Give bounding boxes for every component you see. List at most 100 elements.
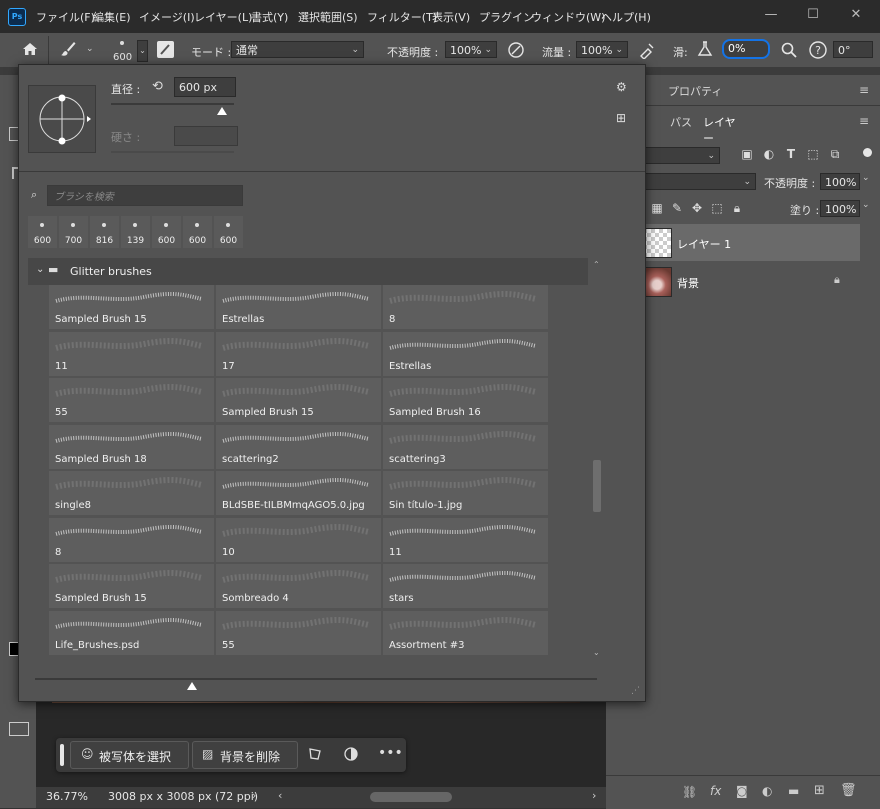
menu-type[interactable]: 書式(Y) bbox=[251, 9, 288, 25]
tab-layers[interactable]: レイヤー bbox=[696, 107, 740, 145]
recent-brush[interactable]: 600 bbox=[152, 216, 181, 248]
close-icon[interactable]: ✕ bbox=[840, 5, 872, 25]
brush-preset-tile[interactable]: 55 bbox=[49, 378, 214, 422]
scroll-down-icon[interactable]: ⌄ bbox=[593, 648, 600, 657]
brush-tool-icon[interactable] bbox=[58, 40, 78, 60]
brush-preset-tile[interactable]: scattering2 bbox=[216, 424, 381, 469]
brush-preset-tile[interactable]: 11 bbox=[49, 331, 214, 376]
scrollbar-thumb[interactable] bbox=[593, 460, 601, 512]
brush-preset-tile[interactable]: Sampled Brush 16 bbox=[383, 378, 548, 422]
menu-edit[interactable]: 編集(E) bbox=[93, 9, 131, 25]
filter-type-icon[interactable]: T bbox=[784, 147, 798, 161]
chevron-right-icon[interactable]: › bbox=[592, 789, 596, 802]
filter-shape-icon[interactable]: ⬚ bbox=[806, 147, 820, 161]
recent-brush[interactable]: 600 bbox=[28, 216, 57, 248]
brush-preset-tile[interactable]: Sampled Brush 15 bbox=[216, 378, 381, 422]
menu-file[interactable]: ファイル(F) bbox=[36, 9, 95, 25]
menu-view[interactable]: 表示(V) bbox=[432, 9, 470, 25]
brush-preset-tile[interactable]: Sin título-1.jpg bbox=[383, 471, 548, 515]
adjustment-icon[interactable] bbox=[342, 746, 360, 765]
minimize-icon[interactable]: — bbox=[755, 5, 787, 25]
brush-preset-tile[interactable]: Life_Brushes.psd bbox=[49, 610, 214, 655]
blend-mode-select[interactable]: ⌄ bbox=[644, 173, 756, 190]
opacity-input[interactable]: 100% ⌄ bbox=[445, 41, 497, 58]
brush-preset-tile[interactable]: 11 bbox=[383, 517, 548, 562]
brush-preset-tile[interactable]: Assortment #3 bbox=[383, 610, 548, 655]
chevron-down-icon[interactable]: ⌄ bbox=[86, 44, 94, 54]
brush-preset-tile[interactable]: 10 bbox=[216, 517, 381, 562]
more-options-icon[interactable]: ••• bbox=[378, 745, 403, 761]
brush-settings-icon[interactable] bbox=[157, 41, 174, 58]
reset-icon[interactable]: ⟲ bbox=[152, 79, 163, 94]
transform-icon[interactable] bbox=[306, 746, 324, 765]
tab-paths[interactable]: パス bbox=[670, 114, 692, 130]
filter-toggle[interactable] bbox=[863, 148, 872, 157]
new-preset-icon[interactable]: ⊞ bbox=[616, 111, 626, 125]
angle-input[interactable]: 0° bbox=[833, 41, 873, 58]
recent-brush[interactable]: 816 bbox=[90, 216, 119, 248]
tab-properties[interactable]: プロパティ bbox=[668, 83, 722, 99]
panel-menu-icon[interactable]: ≡ bbox=[859, 114, 869, 128]
layer-opacity-input[interactable]: 100% bbox=[820, 173, 860, 190]
brush-preset-tile[interactable]: Estrellas bbox=[383, 331, 548, 376]
menu-image[interactable]: イメージ(I) bbox=[139, 9, 195, 25]
mask-icon[interactable]: ◙ bbox=[736, 784, 748, 798]
fill-input[interactable]: 100% bbox=[820, 200, 860, 217]
recent-brush[interactable]: 139 bbox=[121, 216, 150, 248]
mode-select[interactable]: 通常 ⌄ bbox=[231, 41, 364, 58]
brush-preset-button[interactable]: 600 bbox=[105, 37, 139, 65]
lock-transparency-icon[interactable]: ▦ bbox=[650, 201, 664, 215]
brush-preset-tile[interactable]: Sampled Brush 18 bbox=[49, 424, 214, 469]
brush-angle-preview[interactable] bbox=[28, 85, 96, 153]
menu-layer[interactable]: レイヤー(L) bbox=[194, 9, 252, 25]
folder-icon[interactable]: ▬ bbox=[788, 784, 799, 798]
adjustment-layer-icon[interactable]: ◐ bbox=[762, 784, 772, 798]
brush-preset-tile[interactable]: 55 bbox=[216, 610, 381, 655]
pressure-opacity-icon[interactable] bbox=[507, 41, 525, 59]
brush-preset-dropdown[interactable]: ⌄ bbox=[137, 40, 148, 62]
lock-all-icon[interactable]: 🔒︎ bbox=[730, 201, 744, 216]
diameter-slider-track[interactable] bbox=[111, 103, 234, 105]
flow-input[interactable]: 100% ⌄ bbox=[576, 41, 628, 58]
taskbar-grip[interactable] bbox=[60, 744, 64, 766]
menu-select[interactable]: 選択範囲(S) bbox=[298, 9, 358, 25]
screen-mode-icon[interactable] bbox=[9, 722, 29, 736]
link-layers-icon[interactable]: ⛓ bbox=[682, 785, 697, 799]
lock-brush-icon[interactable]: ✎ bbox=[670, 201, 684, 215]
vertical-scrollbar[interactable]: ⌃ ⌄ bbox=[591, 258, 603, 661]
scroll-up-icon[interactable]: ⌃ bbox=[593, 260, 600, 269]
fx-icon[interactable]: fx bbox=[710, 784, 721, 798]
airbrush-icon[interactable] bbox=[638, 41, 656, 60]
recent-brush[interactable]: 600 bbox=[214, 216, 243, 248]
brush-preset-tile[interactable]: 8 bbox=[49, 517, 214, 562]
chevron-down-icon[interactable]: ⌄ bbox=[862, 173, 870, 183]
filter-adjustment-icon[interactable]: ◐ bbox=[762, 147, 776, 161]
preview-size-slider-handle[interactable] bbox=[187, 682, 197, 690]
chevron-left-icon[interactable]: ‹ bbox=[278, 789, 282, 802]
gear-icon[interactable]: ⚙ bbox=[616, 80, 627, 94]
brush-preset-tile[interactable]: Sampled Brush 15 bbox=[49, 285, 214, 329]
horizontal-scrollbar[interactable] bbox=[370, 792, 452, 802]
trash-icon[interactable]: 🗑︎ bbox=[840, 783, 857, 798]
brush-search-input[interactable]: ブラシを検索 bbox=[47, 185, 243, 206]
lock-artboard-icon[interactable]: ⬚ bbox=[710, 201, 724, 215]
brush-preset-tile[interactable]: BLdSBE-tILBMmqAGO5.0.jpg bbox=[216, 471, 381, 515]
resize-grip-icon[interactable]: ⋰ bbox=[631, 686, 640, 696]
recent-brush[interactable]: 700 bbox=[59, 216, 88, 248]
brush-preset-tile[interactable]: single8 bbox=[49, 471, 214, 515]
menu-filter[interactable]: フィルター(T) bbox=[367, 9, 437, 25]
help-icon[interactable]: ? bbox=[808, 40, 828, 60]
remove-background-button[interactable]: ▨ 背景を削除 bbox=[192, 741, 298, 769]
menu-help[interactable]: ヘルプ(H) bbox=[601, 9, 651, 25]
chevron-right-icon[interactable]: › bbox=[252, 789, 256, 802]
home-icon[interactable] bbox=[20, 40, 40, 60]
brush-preset-tile[interactable]: Sombreado 4 bbox=[216, 564, 381, 608]
smoothing-input[interactable]: 0% bbox=[722, 39, 770, 59]
lock-position-icon[interactable]: ✥ bbox=[690, 201, 704, 215]
maximize-icon[interactable]: ☐ bbox=[797, 5, 829, 25]
select-subject-button[interactable]: ☺ 被写体を選択 bbox=[70, 741, 189, 769]
layer-filter-select[interactable]: ⌄ bbox=[644, 147, 720, 164]
diameter-input[interactable]: 600 px bbox=[174, 77, 236, 97]
flask-icon[interactable] bbox=[696, 40, 714, 58]
brush-preset-tile[interactable]: 17 bbox=[216, 331, 381, 376]
